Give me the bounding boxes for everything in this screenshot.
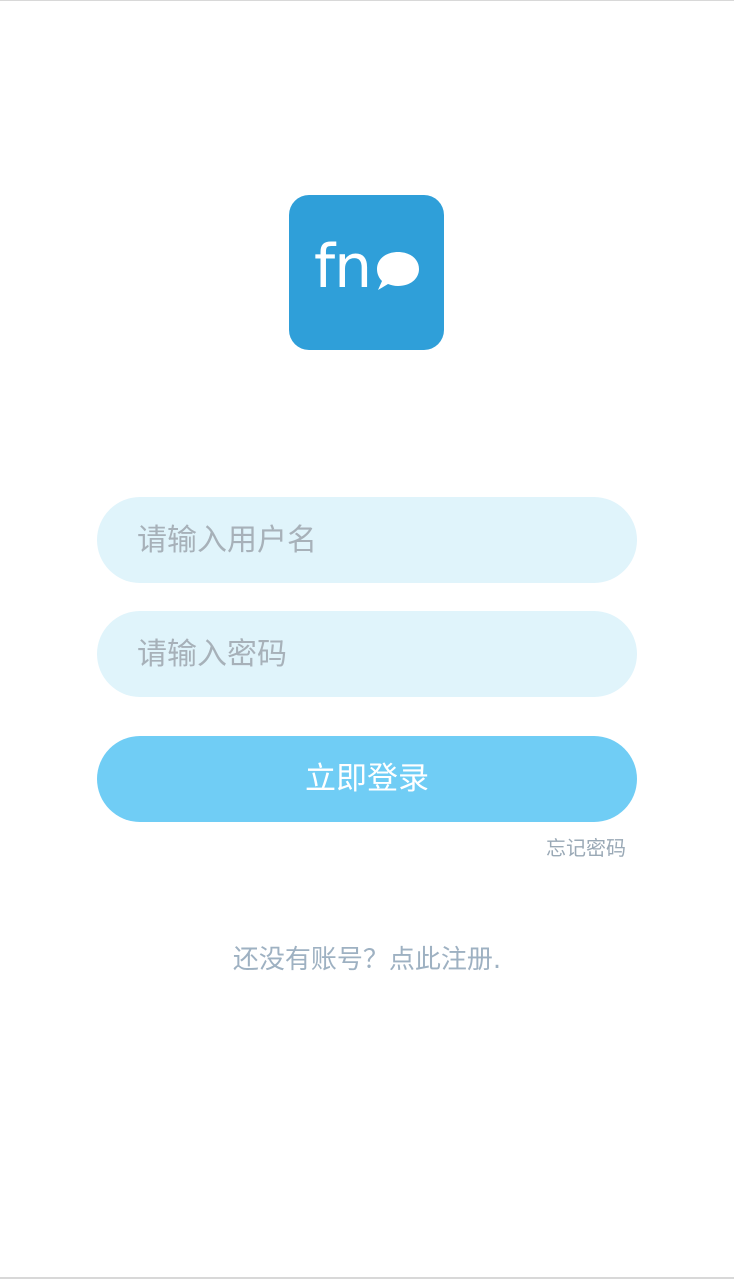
forgot-password-link[interactable]: 忘记密码 xyxy=(546,834,626,862)
bottom-divider xyxy=(0,1277,734,1279)
username-input[interactable] xyxy=(97,497,637,583)
logo-text: fn xyxy=(314,232,372,302)
top-divider xyxy=(0,0,734,1)
register-link[interactable]: 还没有账号？点此注册. xyxy=(0,940,734,980)
chat-bubble-icon xyxy=(377,252,419,290)
app-logo: fn xyxy=(289,195,444,350)
password-input[interactable] xyxy=(97,611,637,697)
login-button[interactable]: 立即登录 xyxy=(97,736,637,822)
